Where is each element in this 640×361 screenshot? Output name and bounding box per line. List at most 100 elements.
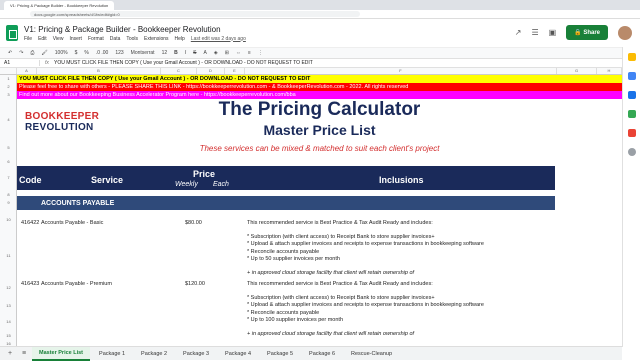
font-select[interactable]: Montserrat xyxy=(131,50,155,56)
calendar-icon[interactable] xyxy=(628,129,636,137)
header-price: Price xyxy=(193,169,215,179)
column-header[interactable]: G xyxy=(557,68,597,74)
avatar[interactable] xyxy=(618,26,632,40)
activity-icon[interactable]: ↗ xyxy=(515,28,522,37)
text-color-button[interactable]: A xyxy=(204,50,207,56)
row-header[interactable]: 12 xyxy=(0,285,17,290)
menu-data[interactable]: Data xyxy=(110,36,121,42)
font-size-input[interactable]: 12 xyxy=(162,50,168,56)
zoom-select[interactable]: 100% xyxy=(55,50,68,56)
add-ons-icon[interactable] xyxy=(628,148,636,156)
decimals-button[interactable]: .0 .00 xyxy=(96,50,109,56)
share-notice-banner[interactable]: Please feel free to share with others - … xyxy=(17,83,622,91)
keep-icon[interactable] xyxy=(628,53,636,61)
menu-view[interactable]: View xyxy=(53,36,64,42)
item-inclusions: This recommended service is Best Practic… xyxy=(247,281,577,338)
toolbar: ↶ ↷ ⎙ 🖌 100% $ % .0 .00 123 Montserrat 1… xyxy=(0,47,622,59)
merge-icon[interactable]: ⇔ xyxy=(236,50,241,56)
percent-button[interactable]: % xyxy=(84,50,88,56)
tasks-icon[interactable] xyxy=(628,72,636,80)
url-input[interactable]: docs.google.com/spreadsheets/d/1fw/edit#… xyxy=(30,11,360,17)
row-header[interactable]: 2 xyxy=(0,84,17,89)
item-code: 416422 xyxy=(21,220,39,226)
menu-file[interactable]: File xyxy=(24,36,32,42)
column-header[interactable]: D xyxy=(197,68,225,74)
menu-edit[interactable]: Edit xyxy=(38,36,47,42)
contacts-icon[interactable] xyxy=(628,91,636,99)
column-header[interactable]: C xyxy=(161,68,197,74)
number-format-button[interactable]: 123 xyxy=(115,50,123,56)
select-all-corner[interactable] xyxy=(0,68,17,74)
menu-help[interactable]: Help xyxy=(175,36,185,42)
column-header[interactable]: A xyxy=(17,68,37,74)
spreadsheet-grid[interactable]: A B C D E F G H 1 2 3 4 5 6 7 8 9 10 11 … xyxy=(0,68,622,346)
sheets-logo-icon[interactable] xyxy=(6,25,18,41)
tab-package-2[interactable]: Package 2 xyxy=(134,348,174,360)
browser-address-bar: docs.google.com/spreadsheets/d/1fw/edit#… xyxy=(0,10,640,19)
fill-color-icon[interactable]: ◈ xyxy=(214,50,218,56)
row-header[interactable]: 5 xyxy=(0,145,17,150)
menu-bar: File Edit View Insert Format Data Tools … xyxy=(24,36,246,42)
program-link-banner[interactable]: Find out more about our Bookkeeping Busi… xyxy=(17,91,622,99)
row-header[interactable]: 6 xyxy=(0,159,17,164)
maps-icon[interactable] xyxy=(628,110,636,118)
row-header[interactable]: 13 xyxy=(0,303,17,308)
row-header[interactable]: 15 xyxy=(0,333,17,338)
row-header[interactable]: 1 xyxy=(0,76,17,81)
inclusion-note: + in approved cloud storage facility tha… xyxy=(247,331,577,338)
row-header[interactable]: 10 xyxy=(0,217,17,222)
menu-format[interactable]: Format xyxy=(88,36,104,42)
tab-package-3[interactable]: Package 3 xyxy=(176,348,216,360)
formula-input[interactable]: YOU MUST CLICK FILE THEN COPY ( Use your… xyxy=(54,60,313,66)
page-title: The Pricing Calculator xyxy=(17,99,622,121)
row-header[interactable]: 3 xyxy=(0,92,17,97)
add-sheet-icon[interactable]: + xyxy=(4,350,16,357)
tab-master-price-list[interactable]: Master Price List xyxy=(32,347,90,361)
row-header[interactable]: 11 xyxy=(0,253,17,258)
bold-button[interactable]: B xyxy=(174,50,178,56)
share-button[interactable]: 🔒 Share xyxy=(566,25,608,40)
menu-insert[interactable]: Insert xyxy=(69,36,82,42)
browser-tab[interactable]: V1: Pricing & Package Builder - Bookkeep… xyxy=(4,1,114,10)
row-headers: 1 2 3 4 5 6 7 8 9 10 11 12 13 14 15 16 xyxy=(0,75,17,346)
column-header[interactable]: H xyxy=(597,68,622,74)
copy-instructions-banner[interactable]: YOU MUST CLICK FILE THEN COPY ( Use your… xyxy=(17,75,622,83)
paint-format-icon[interactable]: 🖌 xyxy=(41,50,47,56)
menu-extensions[interactable]: Extensions xyxy=(144,36,168,42)
undo-icon[interactable]: ↶ xyxy=(8,50,12,56)
tab-package-1[interactable]: Package 1 xyxy=(92,348,132,360)
row-header[interactable]: 8 xyxy=(0,192,17,197)
inclusion-note: + in approved cloud storage facility tha… xyxy=(247,270,577,277)
header-code: Code xyxy=(19,175,42,185)
menu-tools[interactable]: Tools xyxy=(126,36,138,42)
column-header[interactable]: F xyxy=(245,68,557,74)
borders-icon[interactable]: ⊞ xyxy=(225,50,229,56)
column-header[interactable]: B xyxy=(37,68,161,74)
section-accounts-payable: ACCOUNTS PAYABLE xyxy=(17,196,555,210)
redo-icon[interactable]: ↷ xyxy=(19,50,23,56)
currency-button[interactable]: $ xyxy=(75,50,78,56)
italic-button[interactable]: I xyxy=(185,50,186,56)
strikethrough-button[interactable]: S xyxy=(193,50,196,56)
last-edit-link[interactable]: Last edit was 2 days ago xyxy=(191,36,246,42)
row-header[interactable]: 14 xyxy=(0,319,17,324)
align-icon[interactable]: ≡ xyxy=(248,50,251,56)
row-header[interactable]: 9 xyxy=(0,200,17,205)
tab-rescue-cleanup[interactable]: Rescue-Cleanup xyxy=(344,348,399,360)
tab-package-5[interactable]: Package 5 xyxy=(260,348,300,360)
meet-icon[interactable]: ▣ xyxy=(549,28,557,37)
comments-icon[interactable]: ☰ xyxy=(531,28,538,37)
column-header[interactable]: E xyxy=(225,68,245,74)
item-price: $80.00 xyxy=(185,220,202,226)
browser-tab-strip: V1: Pricing & Package Builder - Bookkeep… xyxy=(0,0,640,10)
name-box[interactable]: A1 xyxy=(0,60,40,66)
column-headers: A B C D E F G H xyxy=(0,68,622,75)
document-title[interactable]: V1: Pricing & Package Builder - Bookkeep… xyxy=(24,25,246,34)
row-header[interactable]: 7 xyxy=(0,175,17,180)
all-sheets-icon[interactable]: ≡ xyxy=(18,350,30,357)
print-icon[interactable]: ⎙ xyxy=(30,50,34,56)
more-icon[interactable]: ⋮ xyxy=(258,50,263,56)
tab-package-6[interactable]: Package 6 xyxy=(302,348,342,360)
tab-package-4[interactable]: Package 4 xyxy=(218,348,258,360)
row-header[interactable]: 4 xyxy=(0,117,17,122)
